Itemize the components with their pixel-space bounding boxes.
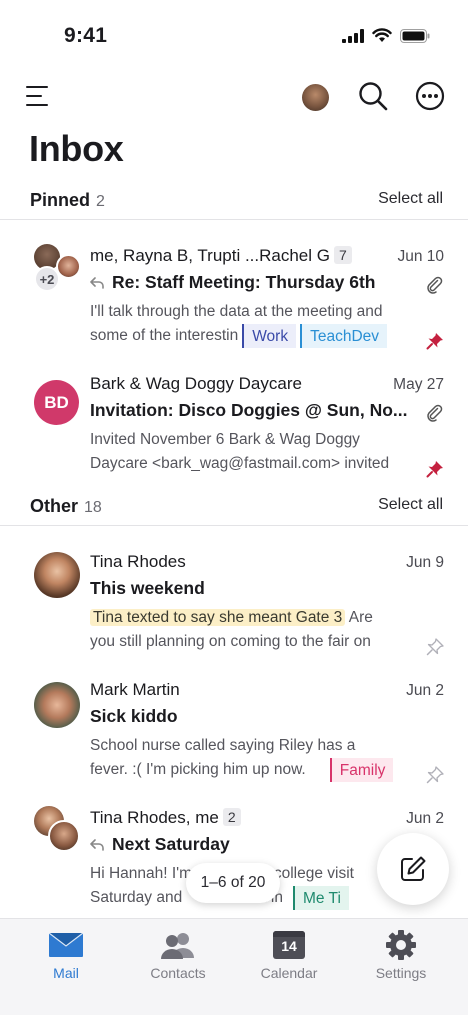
mail-row[interactable]: BD Bark & Wag Doggy Daycare May 27 Invit… <box>0 374 468 494</box>
section-count: 2 <box>96 193 105 210</box>
tab-settings[interactable]: Settings <box>351 929 451 981</box>
section-count: 18 <box>84 499 102 516</box>
pin-icon[interactable] <box>426 766 444 784</box>
attachment-icon <box>427 404 443 422</box>
mail-subject: Invitation: Disco Doggies @ Sun, No... <box>90 400 408 420</box>
tab-label: Contacts <box>150 965 206 981</box>
status-time: 9:41 <box>64 24 108 47</box>
section-title: Pinned 2 <box>30 190 105 210</box>
more-participants-badge: +2 <box>34 266 60 292</box>
mail-subject: Sick kiddo <box>90 706 178 726</box>
page-title: Inbox <box>29 128 124 169</box>
thread-count: 7 <box>333 246 352 264</box>
page-indicator: 1–6 of 20 <box>186 863 280 903</box>
pin-icon[interactable] <box>426 332 444 350</box>
mail-date: May 27 <box>393 376 444 393</box>
mail-row[interactable]: +2 me, Rayna B, Trupti ...Rachel G7 Jun … <box>0 244 468 366</box>
tag-me-time[interactable]: Me Ti <box>293 886 349 910</box>
avatar: BD <box>34 380 79 425</box>
cellular-signal-icon <box>342 28 364 43</box>
tab-contacts[interactable]: Contacts <box>128 929 228 981</box>
avatar <box>48 820 80 852</box>
tag-family[interactable]: Family <box>329 758 394 782</box>
search-icon[interactable] <box>357 80 389 112</box>
avatar <box>34 682 80 728</box>
mail-row[interactable]: Tina Rhodes Jun 9 This weekend Tina text… <box>0 552 468 672</box>
mail-preview: School nurse called saying Riley has a f… <box>90 734 420 782</box>
pin-icon[interactable] <box>426 638 444 656</box>
mail-date: Jun 2 <box>406 682 444 699</box>
app-header <box>0 72 468 122</box>
mail-date: Jun 9 <box>406 554 444 571</box>
account-avatar[interactable] <box>302 84 329 111</box>
avatar <box>34 552 80 598</box>
gear-icon <box>386 930 416 960</box>
tab-label: Mail <box>53 965 79 981</box>
more-options-icon[interactable] <box>415 81 445 111</box>
status-bar: 9:41 <box>0 0 468 70</box>
select-all-button[interactable]: Select all <box>378 496 443 514</box>
mail-preview: Invited November 6 Bark & Wag Doggy Dayc… <box>90 431 390 472</box>
contacts-icon <box>161 933 194 959</box>
avatar <box>56 254 81 279</box>
replied-icon <box>90 839 104 851</box>
compose-icon <box>401 856 426 881</box>
battery-icon <box>400 28 430 43</box>
mail-subject: Re: Staff Meeting: Thursday 6th <box>112 272 376 292</box>
mail-sender: Tina Rhodes <box>90 552 186 571</box>
tab-calendar[interactable]: 14 Calendar <box>239 929 339 981</box>
calendar-icon: 14 <box>273 931 305 959</box>
pin-icon[interactable] <box>426 460 444 478</box>
select-all-button[interactable]: Select all <box>378 190 443 208</box>
mail-sender: Mark Martin <box>90 680 180 699</box>
tab-bar: Mail Contacts 14 Calendar Settings <box>0 918 468 1015</box>
menu-icon[interactable] <box>26 86 50 108</box>
tab-label: Settings <box>375 965 427 981</box>
replied-icon <box>90 277 104 289</box>
wifi-icon <box>372 28 392 42</box>
compose-button[interactable] <box>377 833 449 905</box>
highlighted-note: Tina texted to say she meant Gate 3 <box>90 609 346 626</box>
mail-sender: Bark & Wag Doggy Daycare <box>90 374 302 393</box>
pinned-section-header: Pinned 2 Select all <box>0 184 468 220</box>
tab-mail[interactable]: Mail <box>16 929 116 981</box>
mail-icon <box>49 933 83 957</box>
calendar-day: 14 <box>281 938 297 954</box>
mail-date: Jun 10 <box>397 248 444 265</box>
status-icons <box>342 28 430 43</box>
attachment-icon <box>427 276 443 294</box>
mail-preview: Tina texted to say she meant Gate 3 Are … <box>90 609 373 650</box>
tab-label: Calendar <box>260 965 318 981</box>
tag-teachdev[interactable]: TeachDev <box>300 324 388 348</box>
tag-work[interactable]: Work <box>242 324 297 348</box>
mail-subject: Next Saturday <box>112 834 230 854</box>
other-section-header: Other 18 Select all <box>0 490 468 526</box>
section-title: Other 18 <box>30 496 102 516</box>
mail-sender: Tina Rhodes, me 2 <box>90 808 241 828</box>
mail-subject: This weekend <box>90 578 205 598</box>
mail-preview: I'll talk through the data at the meetin… <box>90 300 420 348</box>
mail-sender: me, Rayna B, Trupti ...Rachel G7 <box>90 246 352 266</box>
mail-row[interactable]: Mark Martin Jun 2 Sick kiddo School nurs… <box>0 680 468 800</box>
thread-count: 2 <box>222 808 241 826</box>
mail-date: Jun 2 <box>406 810 444 827</box>
